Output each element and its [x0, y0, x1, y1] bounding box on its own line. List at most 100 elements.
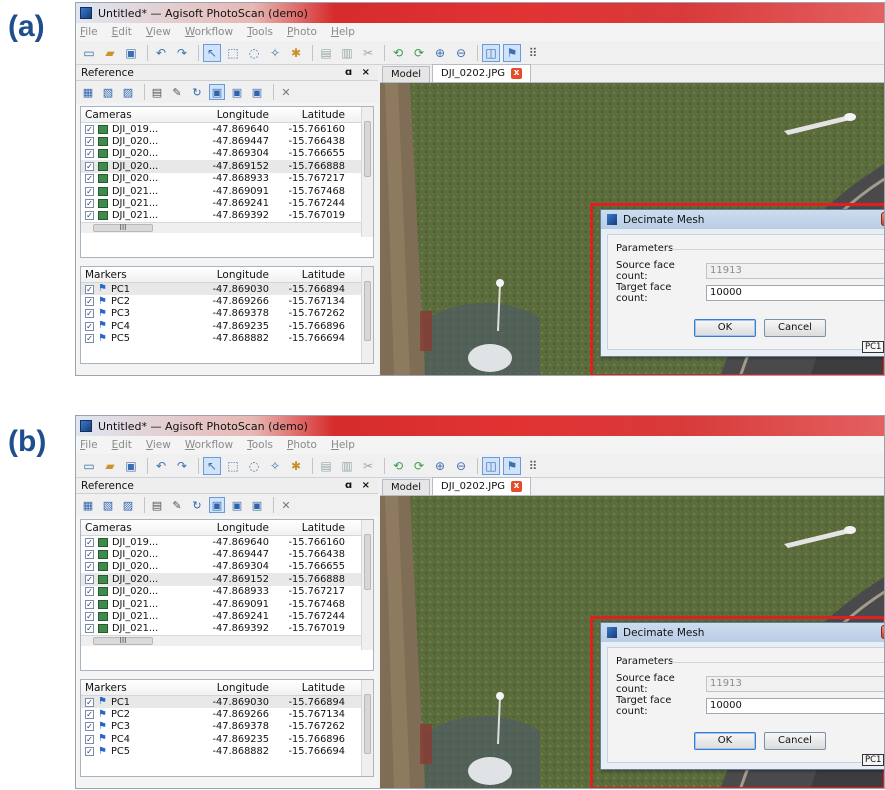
checkbox[interactable]: ✓ [85, 574, 94, 584]
cut-icon[interactable]: ✂ [359, 457, 377, 475]
rect-select-icon[interactable]: ⬚ [224, 44, 242, 62]
lasso-icon[interactable]: ◌ [245, 457, 263, 475]
settings-icon[interactable]: ✕ [278, 84, 294, 100]
view-estimated-icon[interactable]: ▣ [229, 84, 245, 100]
menu-view[interactable]: View [146, 26, 171, 38]
ok-button[interactable]: OK [694, 732, 756, 750]
checkbox[interactable]: ✓ [85, 297, 94, 307]
horizontal-scrollbar[interactable]: III [81, 222, 373, 234]
view-estimated-icon[interactable]: ▣ [229, 497, 245, 513]
save-icon[interactable]: ▣ [122, 44, 140, 62]
save-icon[interactable]: ▣ [122, 457, 140, 475]
table-row[interactable]: ✓ DJI_021... -47.869241 -15.767244 [81, 197, 373, 209]
table-row[interactable]: ✓ DJI_021... -47.869241 -15.767244 [81, 610, 373, 622]
open-icon[interactable]: ▰ [101, 457, 119, 475]
table-row[interactable]: ✓ ⚑ PC4 -47.869235 -15.766896 [81, 320, 373, 332]
checkbox[interactable]: ✓ [85, 137, 94, 147]
checkbox[interactable]: ✓ [85, 599, 94, 609]
ok-button[interactable]: OK [694, 319, 756, 337]
menu-photo[interactable]: Photo [287, 439, 317, 451]
view-source-icon[interactable]: ▣ [209, 84, 225, 100]
tab-photo[interactable]: DJI_0202.JPG x [432, 477, 531, 495]
photo-view[interactable]: Decimate Mesh x Parameters Source face c… [380, 496, 884, 788]
view-source-icon[interactable]: ▣ [209, 497, 225, 513]
col-markers[interactable]: Markers [81, 269, 191, 281]
new-icon[interactable]: ▭ [80, 44, 98, 62]
checkbox[interactable]: ✓ [85, 697, 94, 707]
show-cameras-icon[interactable]: ◫ [482, 456, 500, 475]
checkbox[interactable]: ✓ [85, 174, 94, 184]
checkbox[interactable]: ✓ [85, 334, 94, 344]
pane-controls[interactable]: ɑ × [345, 480, 373, 491]
checkbox[interactable]: ✓ [85, 550, 94, 560]
pointer-icon[interactable]: ↖ [203, 43, 221, 62]
show-markers-icon[interactable]: ⚑ [503, 456, 521, 475]
save-reference-icon[interactable]: ▨ [120, 84, 136, 100]
checkbox[interactable]: ✓ [85, 211, 94, 221]
table-row[interactable]: ✓ ⚑ PC3 -47.869378 -15.767262 [81, 308, 373, 320]
col-markers[interactable]: Markers [81, 682, 191, 694]
checkbox[interactable]: ✓ [85, 612, 94, 622]
vertical-scrollbar[interactable] [361, 520, 373, 650]
view-errors-icon[interactable]: ▣ [249, 84, 265, 100]
vertical-scrollbar[interactable] [361, 680, 373, 776]
checkbox[interactable]: ✓ [85, 199, 94, 209]
menu-tools[interactable]: Tools [247, 439, 273, 451]
table-row[interactable]: ✓ DJI_020... -47.868933 -15.767217 [81, 586, 373, 598]
dialog-close-button[interactable]: x [881, 212, 884, 226]
export-icon[interactable]: ▧ [100, 84, 116, 100]
table-row[interactable]: ✓ ⚑ PC2 -47.869266 -15.767134 [81, 295, 373, 307]
view-errors-icon[interactable]: ▣ [249, 497, 265, 513]
zoom-in-icon[interactable]: ⊕ [431, 457, 449, 475]
brush-icon[interactable]: ✱ [287, 457, 305, 475]
dialog-close-button[interactable]: x [881, 625, 884, 639]
checkbox[interactable]: ✓ [85, 309, 94, 319]
col-cameras[interactable]: Cameras [81, 109, 191, 121]
col-latitude[interactable]: Latitude [269, 269, 349, 281]
menu-workflow[interactable]: Workflow [185, 26, 233, 38]
vertical-scrollbar[interactable] [361, 107, 373, 237]
checkbox[interactable]: ✓ [85, 186, 94, 196]
table-row[interactable]: ✓ DJI_020... -47.869447 -15.766438 [81, 548, 373, 560]
edit-icon[interactable]: ✎ [169, 497, 185, 513]
show-cameras-icon[interactable]: ◫ [482, 43, 500, 62]
magic-wand-icon[interactable]: ✧ [266, 44, 284, 62]
checkbox[interactable]: ✓ [85, 722, 94, 732]
table-row[interactable]: ✓ DJI_020... -47.869304 -15.766655 [81, 148, 373, 160]
zoom-out-icon[interactable]: ⊖ [452, 44, 470, 62]
tab-photo[interactable]: DJI_0202.JPG x [432, 64, 531, 82]
checkbox[interactable]: ✓ [85, 321, 94, 331]
cancel-button[interactable]: Cancel [764, 732, 826, 750]
crop-icon[interactable]: ▤ [317, 44, 335, 62]
marker-label[interactable]: PC1 [862, 754, 884, 766]
table-row[interactable]: ✓ DJI_020... -47.869304 -15.766655 [81, 561, 373, 573]
crop-icon[interactable]: ▤ [317, 457, 335, 475]
brush-icon[interactable]: ✱ [287, 44, 305, 62]
lasso-icon[interactable]: ◌ [245, 44, 263, 62]
checkbox[interactable]: ✓ [85, 747, 94, 757]
zoom-in-icon[interactable]: ⊕ [431, 44, 449, 62]
table-row[interactable]: ✓ ⚑ PC3 -47.869378 -15.767262 [81, 721, 373, 733]
table-row[interactable]: ✓ DJI_019... -47.869640 -15.766160 [81, 536, 373, 548]
photo-view[interactable]: Decimate Mesh x Parameters Source face c… [380, 83, 884, 375]
zoom-out-icon[interactable]: ⊖ [452, 457, 470, 475]
target-face-count-input[interactable]: 10000 [706, 698, 884, 714]
menu-photo[interactable]: Photo [287, 26, 317, 38]
redo-icon[interactable]: ↷ [173, 44, 191, 62]
menu-edit[interactable]: Edit [112, 439, 132, 451]
checkbox[interactable]: ✓ [85, 161, 94, 171]
new-icon[interactable]: ▭ [80, 457, 98, 475]
cancel-button[interactable]: Cancel [764, 319, 826, 337]
rotate-right-icon[interactable]: ⟳ [410, 457, 428, 475]
checkbox[interactable]: ✓ [85, 587, 94, 597]
checkbox[interactable]: ✓ [85, 562, 94, 572]
checkbox[interactable]: ✓ [85, 149, 94, 159]
table-icon[interactable]: ▤ [149, 497, 165, 513]
update-icon[interactable]: ↻ [189, 497, 205, 513]
edit-icon[interactable]: ✎ [169, 84, 185, 100]
menu-edit[interactable]: Edit [112, 26, 132, 38]
table-row[interactable]: ✓ ⚑ PC4 -47.869235 -15.766896 [81, 733, 373, 745]
col-latitude[interactable]: Latitude [269, 522, 349, 534]
checkbox[interactable]: ✓ [85, 284, 94, 294]
table-row[interactable]: ✓ DJI_021... -47.869392 -15.767019 [81, 623, 373, 635]
